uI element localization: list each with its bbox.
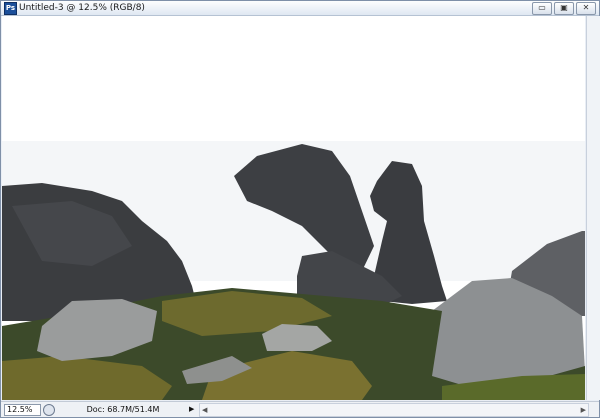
document-canvas[interactable] [2, 16, 585, 400]
maximize-button[interactable]: ▣ [554, 2, 574, 15]
vertical-scrollbar[interactable] [586, 16, 600, 400]
minimize-button[interactable]: ▭ [532, 2, 552, 15]
scroll-left-icon[interactable]: ◀ [202, 404, 207, 416]
window-controls: ▭ ▣ ✕ [532, 2, 596, 15]
document-info: Doc: 68.7M/51.4M [86, 405, 160, 414]
title-bar[interactable]: Ps Untitled-3 @ 12.5% (RGB/8) ▭ ▣ ✕ [1, 1, 599, 16]
zoom-field[interactable]: 12.5% [4, 404, 41, 416]
image-canvas [2, 16, 585, 400]
status-bar: 12.5% Doc: 68.7M/51.4M ▶ ◀ ▶ [1, 401, 599, 417]
horizontal-scrollbar[interactable]: ◀ ▶ [199, 403, 589, 417]
status-menu-arrow-icon[interactable]: ▶ [189, 404, 197, 414]
window-title: Untitled-3 @ 12.5% (RGB/8) [19, 3, 145, 13]
close-button[interactable]: ✕ [576, 2, 596, 15]
photoshop-icon: Ps [4, 2, 17, 15]
scroll-right-icon[interactable]: ▶ [581, 404, 586, 416]
document-window: Ps Untitled-3 @ 12.5% (RGB/8) ▭ ▣ ✕ 12.5… [0, 0, 600, 418]
status-info-icon[interactable] [43, 404, 55, 416]
